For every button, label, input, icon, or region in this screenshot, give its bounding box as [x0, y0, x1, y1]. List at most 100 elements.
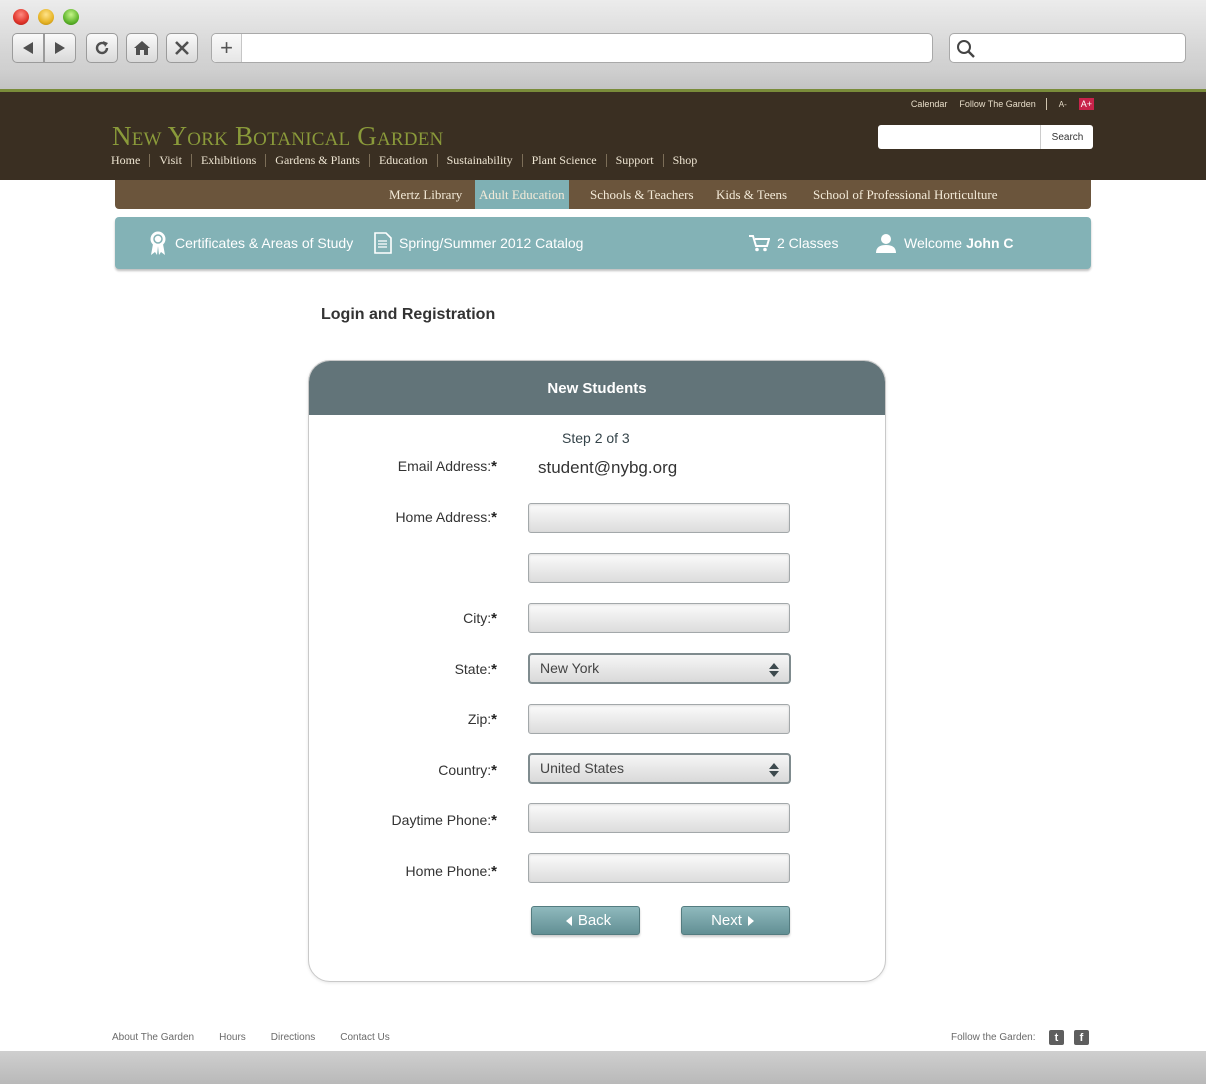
nav-sustainability[interactable]: Sustainability — [436, 154, 522, 167]
browser-chrome: + — [0, 0, 1206, 92]
minimize-window-icon[interactable] — [38, 9, 54, 25]
home-phone-input[interactable] — [528, 853, 790, 883]
state-label-text: State: — [454, 661, 492, 677]
daytime-phone-input[interactable] — [528, 803, 790, 833]
city-label-text: City: — [463, 610, 492, 626]
url-bar[interactable]: + — [211, 33, 933, 63]
document-icon — [374, 232, 392, 254]
nav-plant-science[interactable]: Plant Science — [521, 154, 606, 167]
chevron-left-icon — [565, 915, 572, 926]
cart-count: 2 Classes — [777, 235, 839, 251]
email-label-text: Email Address: — [397, 458, 492, 474]
state-label: State:* — [455, 661, 497, 678]
certificates-label: Certificates & Areas of Study — [175, 235, 354, 251]
daytime-phone-label-text: Daytime Phone: — [391, 812, 492, 828]
site-search-input[interactable] — [878, 125, 1041, 149]
welcome-prefix: Welcome — [904, 235, 963, 251]
required-marker: * — [491, 458, 497, 475]
footer-directions[interactable]: Directions — [271, 1032, 315, 1043]
reload-icon — [95, 41, 109, 55]
zoom-window-icon[interactable] — [63, 9, 79, 25]
chevron-right-icon — [747, 915, 754, 926]
certificates-link[interactable]: Certificates & Areas of Study — [148, 217, 353, 269]
nav-visit[interactable]: Visit — [149, 154, 191, 167]
browser-status-bar — [0, 1051, 1206, 1084]
site-search-button[interactable]: Search — [1042, 125, 1093, 149]
bookmarks-strip — [0, 70, 1206, 90]
footer-hours[interactable]: Hours — [219, 1032, 246, 1043]
email-label: Email Address:* — [398, 458, 497, 475]
subnav-kids-teens[interactable]: Kids & Teens — [716, 180, 787, 209]
add-bookmark-plus-icon[interactable]: + — [212, 34, 242, 62]
account-link[interactable]: Welcome John C — [875, 217, 1014, 269]
twitter-icon[interactable]: t — [1049, 1030, 1064, 1045]
subnav-adult-education[interactable]: Adult Education — [475, 180, 569, 209]
subnav-mertz-library[interactable]: Mertz Library — [389, 180, 462, 209]
browser-search-field[interactable] — [949, 33, 1186, 63]
nav-home[interactable]: Home — [111, 154, 149, 167]
facebook-icon[interactable]: f — [1074, 1030, 1089, 1045]
nav-shop[interactable]: Shop — [662, 154, 707, 167]
catalog-link[interactable]: Spring/Summer 2012 Catalog — [374, 217, 583, 269]
site-search: Search — [878, 125, 1093, 149]
required-marker: * — [491, 863, 497, 880]
footer-about[interactable]: About The Garden — [112, 1032, 194, 1043]
email-value: student@nybg.org — [538, 458, 678, 477]
follow-garden-link[interactable]: Follow The Garden — [959, 99, 1035, 109]
calendar-link[interactable]: Calendar — [911, 99, 948, 109]
next-label: Next — [711, 912, 742, 929]
stop-x-icon — [175, 41, 189, 55]
home-phone-label: Home Phone:* — [406, 863, 497, 880]
daytime-phone-label: Daytime Phone:* — [392, 812, 497, 829]
required-marker: * — [491, 610, 497, 627]
home-button[interactable] — [126, 33, 158, 63]
forward-arrow-icon — [55, 42, 65, 54]
city-input[interactable] — [528, 603, 790, 633]
adult-ed-toolbar: Certificates & Areas of Study Spring/Sum… — [115, 217, 1091, 269]
site-logo[interactable]: New York Botanical Garden — [112, 121, 443, 152]
country-select[interactable]: United States — [528, 753, 791, 784]
next-button[interactable]: Next — [681, 906, 790, 935]
address-line-1-input[interactable] — [528, 503, 790, 533]
catalog-label: Spring/Summer 2012 Catalog — [399, 235, 584, 251]
cart-link[interactable]: 2 Classes — [748, 217, 838, 269]
welcome-name: John C — [966, 235, 1014, 251]
forward-nav-button[interactable] — [44, 33, 76, 63]
address-line-2-input[interactable] — [528, 553, 790, 583]
footer-links: About The Garden Hours Directions Contac… — [112, 1032, 415, 1043]
font-decrease-button[interactable]: A- — [1059, 100, 1067, 109]
subnav-schools-teachers[interactable]: Schools & Teachers — [590, 180, 694, 209]
step-text: Step 2 of 3 — [562, 430, 630, 446]
nav-gardens-plants[interactable]: Gardens & Plants — [265, 154, 369, 167]
user-icon — [875, 233, 897, 253]
required-marker: * — [491, 762, 497, 779]
home-icon — [134, 41, 150, 55]
state-select[interactable]: New York — [528, 653, 791, 684]
zip-input[interactable] — [528, 704, 790, 734]
utility-links: Calendar Follow The Garden A- A+ — [899, 98, 1094, 110]
back-arrow-icon — [23, 42, 33, 54]
nav-support[interactable]: Support — [605, 154, 663, 167]
subnav-professional-horticulture[interactable]: School of Professional Horticulture — [813, 180, 998, 209]
main-nav: Home Visit Exhibitions Gardens & Plants … — [111, 154, 706, 167]
font-increase-button[interactable]: A+ — [1078, 98, 1094, 110]
page-title: Login and Registration — [321, 306, 496, 323]
close-window-icon[interactable] — [13, 9, 29, 25]
footer-contact[interactable]: Contact Us — [340, 1032, 389, 1043]
back-button[interactable]: Back — [531, 906, 640, 935]
home-phone-label-text: Home Phone: — [405, 863, 492, 879]
education-subnav: Mertz Library Adult Education Schools & … — [115, 180, 1091, 209]
stop-button[interactable] — [166, 33, 198, 63]
follow-label: Follow the Garden: — [951, 1032, 1036, 1043]
card-header: New Students — [309, 361, 885, 415]
select-arrows-icon — [769, 663, 779, 677]
nav-exhibitions[interactable]: Exhibitions — [190, 154, 265, 167]
select-arrows-icon — [769, 763, 779, 777]
shopping-cart-icon — [748, 234, 770, 252]
required-marker: * — [491, 661, 497, 678]
divider — [1045, 98, 1047, 110]
back-nav-button[interactable] — [12, 33, 44, 63]
nav-education[interactable]: Education — [368, 154, 437, 167]
reload-button[interactable] — [86, 33, 118, 63]
home-address-label: Home Address:* — [395, 509, 497, 526]
